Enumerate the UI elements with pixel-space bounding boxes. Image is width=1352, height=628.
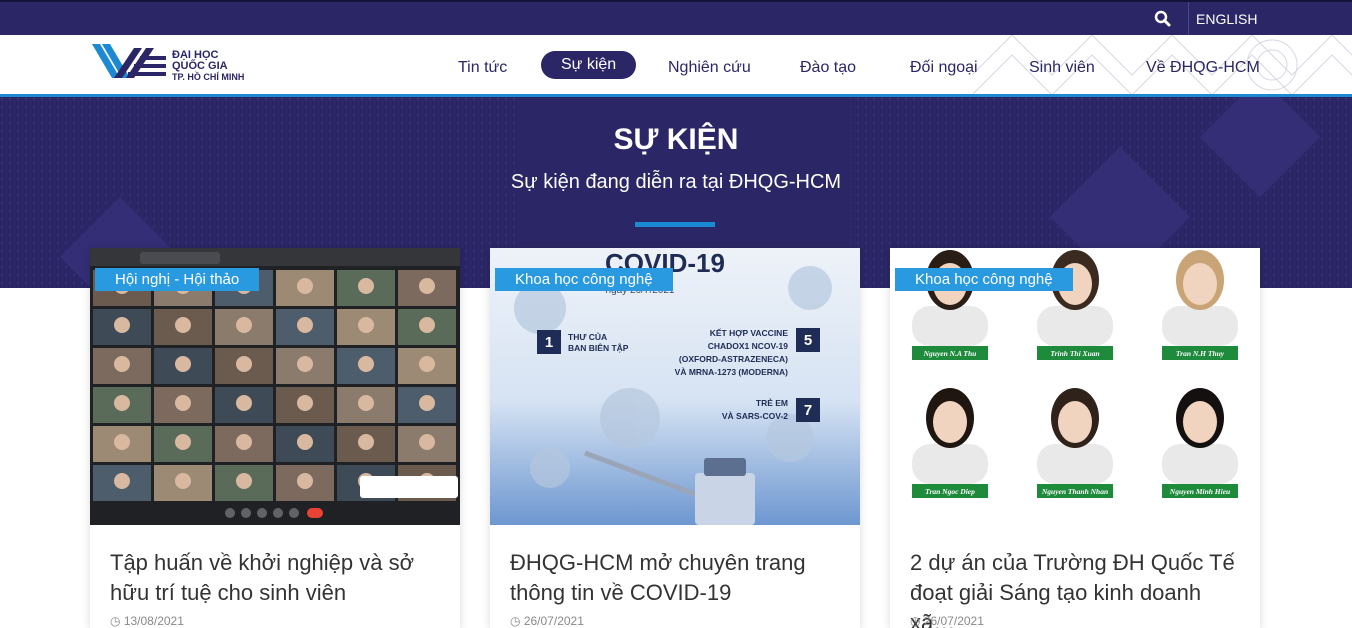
logo-line-3: TP. HỒ CHÍ MINH (172, 72, 245, 82)
category-badge[interactable]: Hội nghị - Hội thảo (95, 268, 260, 291)
event-date-value: 26/07/2021 (923, 614, 984, 628)
participant-face (114, 434, 130, 450)
event-thumbnail[interactable]: COVID-19 ngày 26/7/2021 1 THƯ CỦABAN BIÊ… (490, 248, 860, 525)
participant-face (175, 434, 191, 450)
participant-face (236, 317, 252, 333)
menu-su-kien[interactable]: Sự kiện (541, 51, 637, 79)
person-name: Trinh Thi Xuan (1050, 349, 1099, 358)
page-subtitle: Sự kiện đang diễn ra tại ĐHQG-HCM (510, 171, 842, 193)
site-logo[interactable]: ĐẠI HỌC QUỐC GIA TP. HỒ CHÍ MINH (90, 40, 250, 88)
participant-face (297, 395, 313, 411)
participant-face (358, 395, 374, 411)
participant-face (297, 278, 313, 294)
search-icon[interactable] (1152, 8, 1174, 30)
participant-face (236, 473, 252, 489)
menu-tin-tuc[interactable]: Tin tức (458, 54, 507, 82)
participant-face (175, 356, 191, 372)
person-name: Nguyen N.A Thu (923, 349, 977, 358)
participant-face (236, 434, 252, 450)
event-thumbnail[interactable]: Nguyen N.A Thu Trinh Thi Xuan Tran N.H Thu… (890, 248, 1260, 525)
clock-icon: ◷ (910, 614, 921, 628)
participant-face (175, 473, 191, 489)
person-name: Tran N.H Thuy (1176, 349, 1225, 358)
menu-ve-dhqg[interactable]: Về ĐHQG-HCM (1146, 54, 1260, 82)
menu-doi-ngoai[interactable]: Đối ngoại (910, 54, 978, 82)
participant-face (297, 473, 313, 489)
language-switch[interactable]: ENGLISH (1196, 11, 1257, 27)
person-name: Nguyen Thanh Nhan (1041, 487, 1108, 496)
event-card[interactable]: Hội nghị - Hội thảo Tập huấn về khởi ngh… (90, 248, 460, 628)
item-number: 7 (804, 402, 812, 419)
main-nav: ĐẠI HỌC QUỐC GIA TP. HỒ CHÍ MINH Tin tức… (0, 35, 1352, 95)
participant-face (419, 278, 435, 294)
person-face (933, 401, 967, 443)
event-date: ◷ 13/08/2021 (110, 614, 184, 628)
category-badge[interactable]: Khoa học công nghệ (495, 268, 673, 291)
participant-face (297, 434, 313, 450)
menu-nghien-cuu[interactable]: Nghiên cứu (668, 54, 751, 82)
clock-icon: ◷ (110, 614, 121, 628)
event-date-value: 13/08/2021 (123, 614, 184, 628)
page-title: SỰ KIỆN (613, 123, 739, 156)
participant-face (358, 434, 374, 450)
participant-face (236, 356, 252, 372)
participant-face (419, 356, 435, 372)
participant-face (114, 395, 130, 411)
title-underline (635, 222, 715, 227)
logo-text: ĐẠI HỌC QUỐC GIA TP. HỒ CHÍ MINH (172, 50, 244, 83)
event-thumbnail[interactable]: Hội nghị - Hội thảo (90, 248, 460, 525)
participant-face (419, 317, 435, 333)
participant-face (358, 278, 374, 294)
participant-face (114, 317, 130, 333)
participant-face (175, 317, 191, 333)
participant-face (419, 434, 435, 450)
person-body (912, 306, 988, 346)
logo-mark-icon (92, 44, 166, 78)
event-date: ◷ 26/07/2021 (910, 614, 984, 628)
participant-face (419, 395, 435, 411)
item-number: 1 (545, 334, 553, 351)
event-title[interactable]: ĐHQG-HCM mở chuyên trang thông tin về CO… (510, 548, 845, 608)
person-body (1162, 444, 1238, 484)
menu-sinh-vien[interactable]: Sinh viên (1029, 54, 1095, 82)
participant-face (358, 317, 374, 333)
logo-line-2: QUỐC GIA (172, 60, 228, 72)
clock-icon: ◷ (510, 614, 521, 628)
participant-face (114, 473, 130, 489)
participant-face (175, 395, 191, 411)
participant-face (114, 356, 130, 372)
person-face (1058, 401, 1092, 443)
event-card[interactable]: COVID-19 ngày 26/7/2021 1 THƯ CỦABAN BIÊ… (490, 248, 860, 628)
topbar-divider (1188, 2, 1189, 37)
item-number: 5 (804, 332, 812, 349)
event-date: ◷ 26/07/2021 (510, 614, 584, 628)
participant-face (297, 356, 313, 372)
person-name: Tran Ngoc Diep (925, 487, 975, 496)
person-body (1037, 306, 1113, 346)
category-badge[interactable]: Khoa học công nghệ (895, 268, 1073, 291)
person-body (912, 444, 988, 484)
participant-face (236, 395, 252, 411)
participant-face (358, 356, 374, 372)
menu-dao-tao[interactable]: Đào tạo (800, 54, 856, 82)
person-face (1183, 401, 1217, 443)
person-face (1183, 263, 1217, 305)
event-date-value: 26/07/2021 (523, 614, 584, 628)
event-card[interactable]: Nguyen N.A Thu Trinh Thi Xuan Tran N.H Thu… (890, 248, 1260, 628)
person-body (1162, 306, 1238, 346)
participant-face (297, 317, 313, 333)
event-title[interactable]: Tập huấn về khởi nghiệp và sở hữu trí tu… (110, 548, 445, 608)
person-name: Nguyen Minh Hieu (1169, 487, 1230, 496)
top-bar: ENGLISH (0, 0, 1352, 37)
person-body (1037, 444, 1113, 484)
